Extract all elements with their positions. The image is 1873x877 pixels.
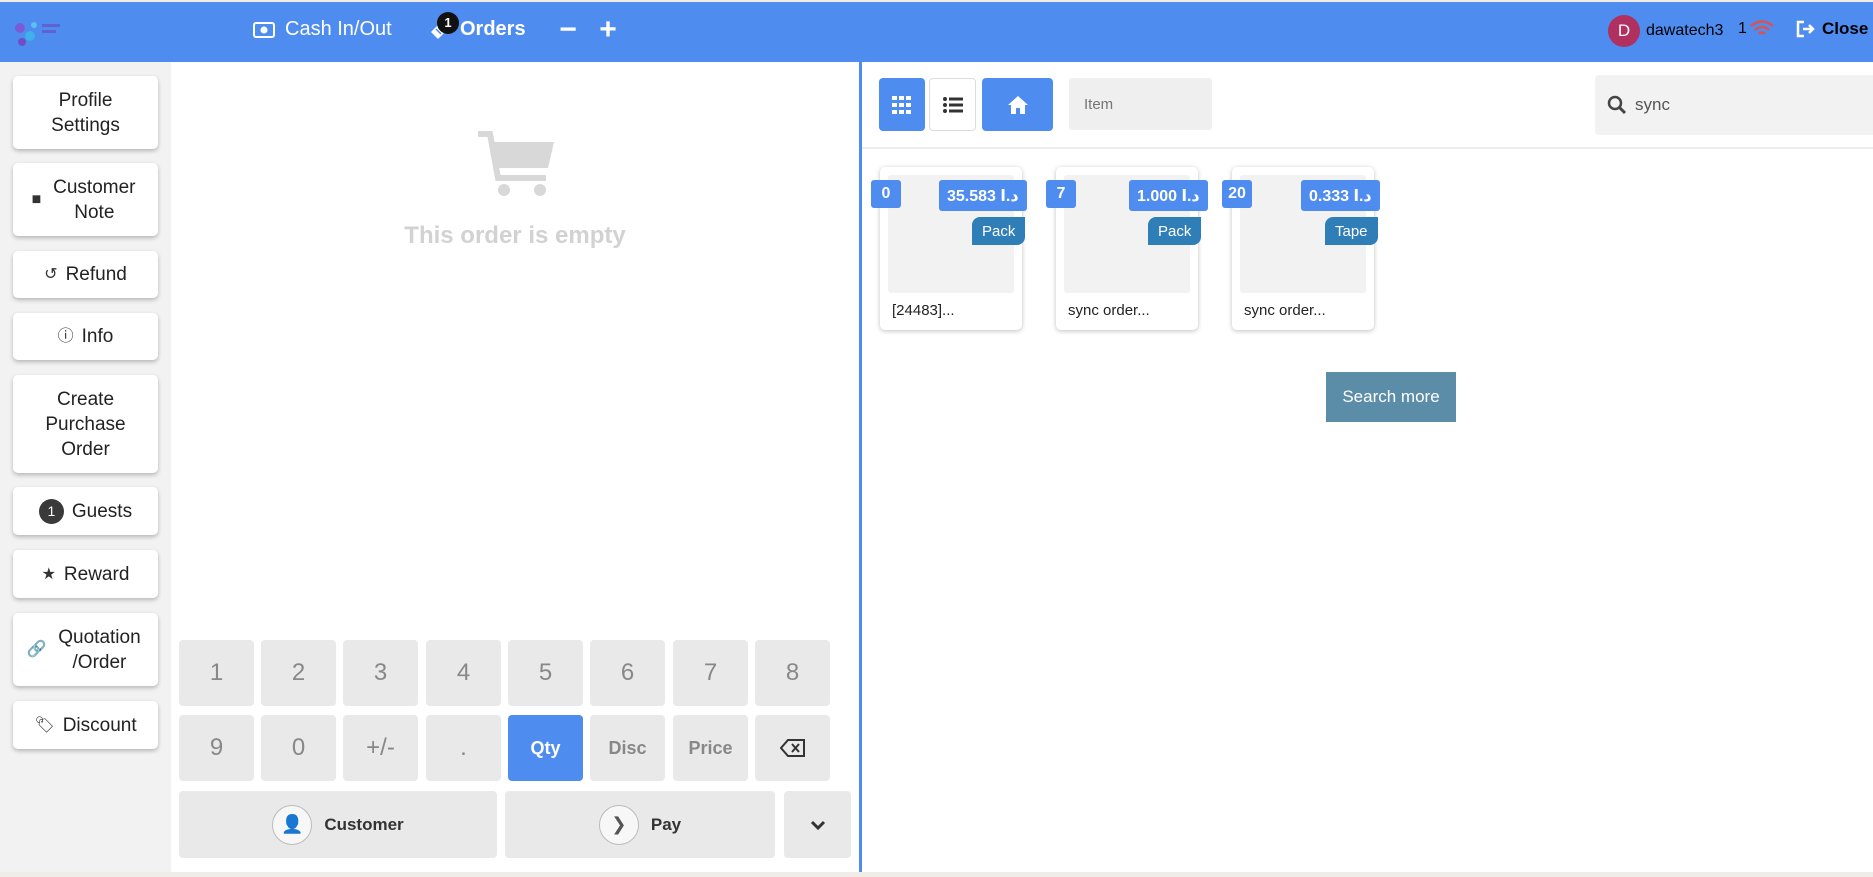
discount-button[interactable]: 🏷 Discount [13,701,158,749]
shopping-cart-icon [478,131,554,196]
search-icon [1607,95,1627,115]
remove-order-button[interactable]: − [553,12,583,50]
product-name: sync order... [1068,302,1150,319]
cash-in-out-button[interactable]: Cash In/Out [253,18,392,41]
grid-view-button[interactable] [879,78,925,131]
empty-order-message: This order is empty [404,222,626,249]
more-actions-button[interactable] [784,791,851,858]
numpad-key-8[interactable]: 8 [755,640,830,706]
guests-button[interactable]: 1 Guests [13,487,158,535]
pay-button[interactable]: ❯ Pay [505,791,775,858]
search-more-button[interactable]: Search more [1326,372,1456,422]
customer-note-button[interactable]: ■ Customer Note [13,163,158,236]
numpad-key-3[interactable]: 3 [343,640,418,706]
orders-label: Orders [460,18,526,40]
list-icon [942,96,963,113]
numpad-key-1[interactable]: 1 [179,640,254,706]
product-qty-badge: 20 [1222,180,1252,208]
item-category-input[interactable] [1069,78,1212,130]
numpad-decimal[interactable]: . [426,715,501,781]
list-view-button[interactable] [929,78,976,131]
profile-settings-label: Profile Settings [51,89,120,136]
sync-count: 1 [1738,20,1747,37]
close-label: Close [1822,19,1869,38]
numpad-key-6[interactable]: 6 [590,640,665,706]
wifi-icon [1750,20,1774,35]
numpad-disc-mode[interactable]: Disc [590,715,665,781]
numpad-key-2[interactable]: 2 [261,640,336,706]
company-logo [15,22,60,46]
numpad-key-4[interactable]: 4 [426,640,501,706]
product-name: [24483]... [892,302,955,319]
reward-label: Reward [63,563,130,585]
info-icon: ⓘ [57,328,74,345]
refund-label: Refund [65,264,127,285]
search-input[interactable] [1635,95,1855,115]
create-purchase-order-button[interactable]: Create Purchase Order [13,375,158,473]
chevron-right-icon: ❯ [598,804,639,845]
product-name: sync order... [1244,302,1326,319]
chevron-down-icon [810,820,825,830]
toolbar-separator [862,147,1873,149]
backspace-icon [779,739,805,757]
numpad-price-mode[interactable]: Price [673,715,748,781]
info-label: Info [81,326,114,347]
create-purchase-order-label: Create Purchase Order [45,388,126,460]
discount-label: Discount [62,714,137,736]
home-category-button[interactable] [982,78,1053,131]
info-button[interactable]: ⓘ Info [13,313,158,360]
customer-label: Customer [324,814,404,834]
quotation-order-label: Quotation /Order [58,626,141,673]
link-icon: 🔗 [26,641,47,658]
product-unit-badge: Pack [1148,217,1202,245]
home-icon [1007,95,1028,114]
close-button[interactable]: Close [1796,19,1868,39]
grid-icon [892,95,911,114]
set-customer-button[interactable]: 👤 Customer [179,791,497,858]
user-name: dawatech3 [1646,22,1724,39]
star-icon: ★ [41,565,56,583]
user-icon: 👤 [272,804,313,845]
profile-settings-button[interactable]: Profile Settings [13,76,158,149]
orders-count-badge: 1 [437,12,459,34]
numpad-key-7[interactable]: 7 [673,640,748,706]
refund-button[interactable]: ↺ Refund [13,251,158,298]
guests-count-badge: 1 [38,498,64,524]
product-unit-badge: Tape [1325,217,1378,245]
numpad-key-9[interactable]: 9 [179,715,254,781]
numpad-plus-minus[interactable]: +/- [343,715,418,781]
product-unit-badge: Pack [972,217,1026,245]
quotation-order-button[interactable]: 🔗 Quotation /Order [13,613,158,686]
numpad-key-5[interactable]: 5 [508,640,583,706]
sticky-note-icon: ■ [31,191,42,208]
numpad-key-0[interactable]: 0 [261,715,336,781]
product-price-badge: 35.583 د.ا [939,180,1027,211]
money-icon [253,21,275,38]
avatar: D [1608,15,1640,47]
product-price-badge: 1.000 د.ا [1129,180,1208,211]
bottom-strip [0,872,1873,877]
sync-status[interactable]: 1 [1738,19,1775,39]
product-price-badge: 0.333 د.ا [1301,180,1380,211]
numpad-backspace[interactable] [755,715,830,781]
cash-in-out-label: Cash In/Out [285,18,392,40]
reward-button[interactable]: ★ Reward [13,550,158,598]
product-search-bar[interactable] [1595,75,1873,135]
sign-out-icon [1796,20,1815,38]
numpad-qty-mode[interactable]: Qty [508,715,583,781]
undo-icon: ↺ [44,266,58,283]
guests-label: Guests [71,500,133,522]
customer-note-label: Customer Note [53,176,136,223]
tag-icon: 🏷 [34,716,55,734]
product-qty-badge: 0 [871,180,901,208]
add-order-button[interactable]: + [593,12,623,50]
pay-label: Pay [650,814,682,834]
user-menu[interactable]: D dawatech3 [1608,15,1723,47]
product-qty-badge: 7 [1046,180,1076,208]
